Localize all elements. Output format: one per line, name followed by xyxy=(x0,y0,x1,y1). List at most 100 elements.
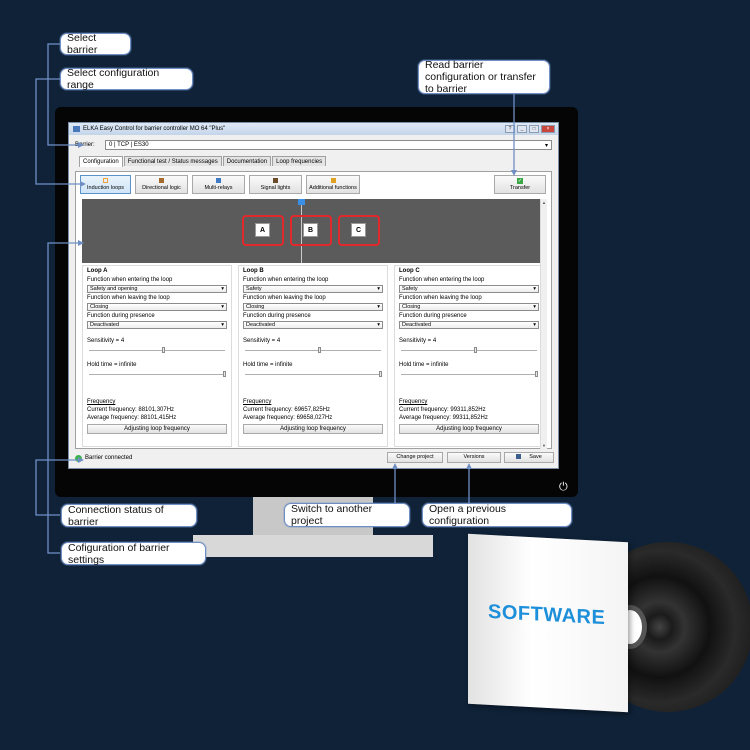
leaving-label: Function when leaving the loop xyxy=(243,295,326,301)
callout-switch-project: Switch to another project xyxy=(284,503,410,527)
average-frequency: Average frequency: 99311,852Hz xyxy=(399,415,488,421)
sensitivity-label: Sensitivity = 4 xyxy=(87,338,125,344)
monitor-stand-base xyxy=(193,535,433,557)
loop-box-a[interactable]: A xyxy=(242,215,284,246)
pencil-icon xyxy=(330,177,336,183)
multi-relays-label: Multi-relays xyxy=(204,184,233,191)
chevron-down-icon: ▾ xyxy=(377,322,380,328)
additional-functions-button[interactable]: Additional functions xyxy=(306,174,360,194)
loop-box-c[interactable]: C xyxy=(338,215,380,246)
window-title: ELKA Easy Control for barrier controller… xyxy=(83,126,226,132)
loop-box-b-label: B xyxy=(303,223,318,237)
multi-relays-button[interactable]: Multi-relays xyxy=(192,174,245,194)
induction-loops-button[interactable]: Induction loops xyxy=(80,174,131,194)
frequency-title: Frequency xyxy=(243,399,272,405)
average-frequency: Average frequency: 69658,027Hz xyxy=(243,415,333,421)
loop-box-b[interactable]: B xyxy=(290,215,332,246)
adjust-frequency-button[interactable]: Adjusting loop frequency xyxy=(87,424,227,434)
directional-logic-button[interactable]: Directional logic xyxy=(135,174,188,194)
loop-columns: Loop A Function when entering the loop S… xyxy=(82,265,546,451)
scroll-down-icon[interactable]: ▼ xyxy=(541,443,547,448)
presence-select[interactable]: Deactivated ▾ xyxy=(399,321,539,329)
hold-time-slider[interactable] xyxy=(243,371,383,377)
app-window: ELKA Easy Control for barrier controller… xyxy=(68,122,559,469)
window-controls: ? _ □ × xyxy=(505,125,555,133)
presence-select[interactable]: Deactivated ▾ xyxy=(243,321,383,329)
power-icon[interactable]: ⏻ xyxy=(559,480,568,494)
leaving-label: Function when leaving the loop xyxy=(87,295,170,301)
hold-time-slider[interactable] xyxy=(399,371,539,377)
loop-c-column: Loop C Function when entering the loop S… xyxy=(394,265,544,447)
presence-select[interactable]: Deactivated ▾ xyxy=(87,321,227,329)
callout-configuration-settings: Cofiguration of barrier settings xyxy=(61,542,206,566)
hold-time-label: Hold time = infinite xyxy=(399,362,449,368)
slider-thumb[interactable] xyxy=(535,371,538,377)
slider-thumb[interactable] xyxy=(161,347,165,353)
slider-thumb[interactable] xyxy=(317,347,321,353)
leaving-select[interactable]: Closing ▾ xyxy=(399,303,539,311)
leaving-value: Closing xyxy=(402,304,421,310)
barrier-label: Barrier: xyxy=(75,142,95,148)
leaving-select[interactable]: Closing ▾ xyxy=(87,303,227,311)
chevron-down-icon: ▾ xyxy=(377,286,380,292)
close-button[interactable]: × xyxy=(541,125,555,133)
sensitivity-label: Sensitivity = 4 xyxy=(243,338,281,344)
adjust-frequency-button[interactable]: Adjusting loop frequency xyxy=(399,424,539,434)
loop-diagram: A B C xyxy=(82,199,546,263)
presence-value: Deactivated xyxy=(402,322,432,328)
presence-label: Function during presence xyxy=(87,313,155,319)
scroll-up-icon[interactable]: ▲ xyxy=(541,200,547,205)
chevron-down-icon: ▾ xyxy=(377,304,380,310)
help-button[interactable]: ? xyxy=(505,125,515,133)
direction-icon xyxy=(159,177,164,183)
slider-track xyxy=(245,374,381,375)
barrier-select[interactable]: 0 | TCP | ES30 ▾ xyxy=(105,140,552,150)
save-button[interactable]: Save xyxy=(504,452,554,463)
chevron-down-icon: ▾ xyxy=(221,304,224,310)
status-bar: Barrier connected Change project Version… xyxy=(75,452,554,464)
check-icon: ✓ xyxy=(517,178,523,184)
entering-select[interactable]: Safety ▾ xyxy=(399,285,539,293)
sensitivity-slider[interactable] xyxy=(87,347,227,353)
versions-button[interactable]: Versions xyxy=(447,452,501,463)
barrier-row: Barrier: 0 | TCP | ES30 ▾ xyxy=(69,138,558,152)
entering-label: Function when entering the loop xyxy=(399,277,485,283)
callout-select-range: Select configuration range xyxy=(60,67,193,91)
tab-configuration[interactable]: Configuration xyxy=(79,156,123,167)
minimize-button[interactable]: _ xyxy=(517,125,527,133)
tab-documentation[interactable]: Documentation xyxy=(222,156,272,166)
hold-time-slider[interactable] xyxy=(87,371,227,377)
slider-thumb[interactable] xyxy=(223,371,226,377)
tab-loop-frequencies[interactable]: Loop frequencies xyxy=(272,156,327,166)
slider-thumb[interactable] xyxy=(473,347,477,353)
chevron-down-icon: ▾ xyxy=(221,322,224,328)
callout-previous-config: Open a previous configuration xyxy=(422,503,572,527)
tab-functional-test[interactable]: Functional test / Status messages xyxy=(123,156,222,166)
loop-box-c-label: C xyxy=(351,223,366,237)
adjust-frequency-button[interactable]: Adjusting loop frequency xyxy=(243,424,383,434)
chevron-down-icon: ▾ xyxy=(533,286,536,292)
presence-label: Function during presence xyxy=(399,313,467,319)
leaving-select[interactable]: Closing ▾ xyxy=(243,303,383,311)
additional-functions-label: Additional functions xyxy=(309,184,357,191)
entering-select[interactable]: Safety ▾ xyxy=(243,285,383,293)
sensitivity-slider[interactable] xyxy=(243,347,383,353)
loop-title: Loop C xyxy=(399,268,420,274)
slider-track xyxy=(401,374,537,375)
sensitivity-slider[interactable] xyxy=(399,347,539,353)
slider-track xyxy=(89,350,225,351)
loop-icon xyxy=(103,177,108,183)
maximize-button[interactable]: □ xyxy=(529,125,539,133)
presence-label: Function during presence xyxy=(243,313,311,319)
transfer-button[interactable]: ✓ Transfer xyxy=(494,175,546,194)
vertical-scrollbar[interactable]: ▲ ▼ xyxy=(540,199,547,449)
frequency-title: Frequency xyxy=(399,399,428,405)
slider-thumb[interactable] xyxy=(379,371,382,377)
callout-connection-status: Connection status of barrier xyxy=(61,504,197,528)
signal-lights-button[interactable]: Signal lights xyxy=(249,174,302,194)
entering-select[interactable]: Safety and opening ▾ xyxy=(87,285,227,293)
change-project-button[interactable]: Change project xyxy=(387,452,443,463)
callout-read-transfer: Read barrier configuration or transfer t… xyxy=(418,59,550,95)
connection-status-icon xyxy=(75,454,82,462)
slider-track xyxy=(245,350,381,351)
